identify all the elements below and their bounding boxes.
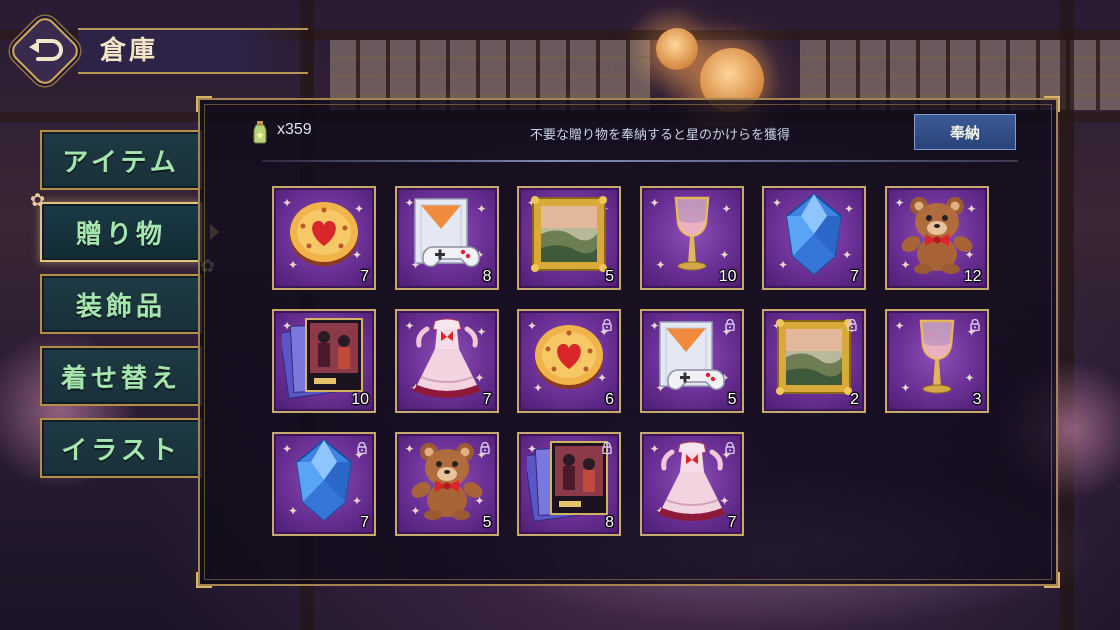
item-count: 6 <box>605 391 614 408</box>
item-count: 7 <box>727 514 737 531</box>
wine-glass-icon <box>893 317 981 397</box>
painting-icon <box>525 194 613 274</box>
blue-gem-icon <box>280 438 368 522</box>
page-title: 倉庫 <box>100 36 159 66</box>
item-count: 8 <box>605 514 614 531</box>
gift-slot[interactable]: ✦✦✦✦ 5 <box>639 309 744 413</box>
gift-slot[interactable]: ✦✦✦✦ 5 <box>394 432 499 536</box>
lock-icon <box>601 316 613 332</box>
item-count: 12 <box>963 268 982 285</box>
gift-slot[interactable]: ✦ ✦ ✦ ✦ 12 <box>884 186 989 290</box>
toolbar-divider <box>262 160 1018 162</box>
sakura-icon: ✿ <box>30 190 46 211</box>
lock-icon <box>601 439 613 455</box>
tab-gifts[interactable]: 贈り物 <box>40 202 202 262</box>
offer-hint-text: 不要な贈り物を奉納すると星のかけらを獲得 <box>529 127 790 142</box>
star-fragment-bottle-icon <box>250 120 270 144</box>
back-arrow-icon <box>29 39 63 61</box>
teddy-bear-icon <box>403 440 491 520</box>
item-count: 7 <box>360 514 369 531</box>
panel-corner <box>1044 96 1060 112</box>
item-count: 8 <box>482 268 492 285</box>
tab-illustrations[interactable]: イラスト <box>40 418 202 478</box>
item-count: 7 <box>360 268 369 285</box>
item-count: 10 <box>351 391 369 408</box>
tab-decorations[interactable]: 装飾品 <box>40 274 202 334</box>
frilly-dress-icon <box>403 317 491 398</box>
teddy-bear-icon <box>893 194 981 274</box>
heart-cookie-icon <box>280 194 368 274</box>
panel-corner <box>196 572 212 588</box>
lock-icon <box>724 439 736 455</box>
panel-corner <box>1044 572 1060 588</box>
item-count: 5 <box>482 514 492 531</box>
gift-slot[interactable]: ✦✦✦✦ 8 <box>517 432 621 536</box>
lock-icon <box>969 316 981 332</box>
painting-icon <box>770 317 858 397</box>
frilly-dress-icon <box>648 440 736 521</box>
gift-slot[interactable]: ✦✦✦✦ 5 <box>517 186 621 290</box>
blue-gem-icon <box>770 192 858 276</box>
item-count: 3 <box>972 391 982 408</box>
tab-outfits[interactable]: 着せ替え <box>40 346 202 406</box>
panel-corner <box>196 96 212 112</box>
offer-button[interactable]: 奉納 <box>914 114 1016 150</box>
gift-slot[interactable]: ✦✦✦✦ 10 <box>272 309 376 413</box>
item-count: 2 <box>850 391 859 408</box>
game-console-icon <box>403 194 491 274</box>
wine-glass-icon <box>648 194 736 274</box>
item-count: 7 <box>482 391 492 408</box>
photo-cards-icon <box>525 440 613 522</box>
gift-slot[interactable]: ✦✦✦✦ 7 <box>272 186 376 290</box>
heart-cookie-icon <box>525 317 613 397</box>
gift-slot[interactable]: ✦✦✦✦ 7 <box>762 186 866 290</box>
paper-lantern <box>656 28 698 70</box>
item-count: 10 <box>718 268 737 285</box>
gift-slot[interactable]: ✦ ✦ ✦ ✦ 6 <box>517 309 621 413</box>
gift-slot[interactable]: ✦ ✦ ✦ ✦ 3 <box>884 309 989 413</box>
gift-slot[interactable]: ✦✦✦✦ 7 <box>272 432 376 536</box>
currency-count: x359 <box>277 121 312 138</box>
lock-icon <box>846 316 858 332</box>
gift-slot[interactable]: ✦✦✦✦ 10 <box>639 186 744 290</box>
gift-slot[interactable]: ✦✦✦✦ 8 <box>394 186 499 290</box>
tab-items[interactable]: アイテム <box>40 130 202 190</box>
gift-slot[interactable]: ✦✦✦✦ 7 <box>394 309 499 413</box>
back-button[interactable] <box>8 14 82 88</box>
lock-icon <box>356 439 368 455</box>
game-console-icon <box>648 317 736 397</box>
gift-slot[interactable]: ✦✦✦✦ 7 <box>639 432 744 536</box>
item-count: 5 <box>605 268 614 285</box>
item-count: 5 <box>727 391 737 408</box>
gift-slot[interactable]: ✦✦✦✦ 2 <box>762 309 866 413</box>
lock-icon <box>724 316 736 332</box>
lock-icon <box>479 439 491 455</box>
photo-cards-icon <box>280 317 368 399</box>
item-count: 7 <box>850 268 859 285</box>
